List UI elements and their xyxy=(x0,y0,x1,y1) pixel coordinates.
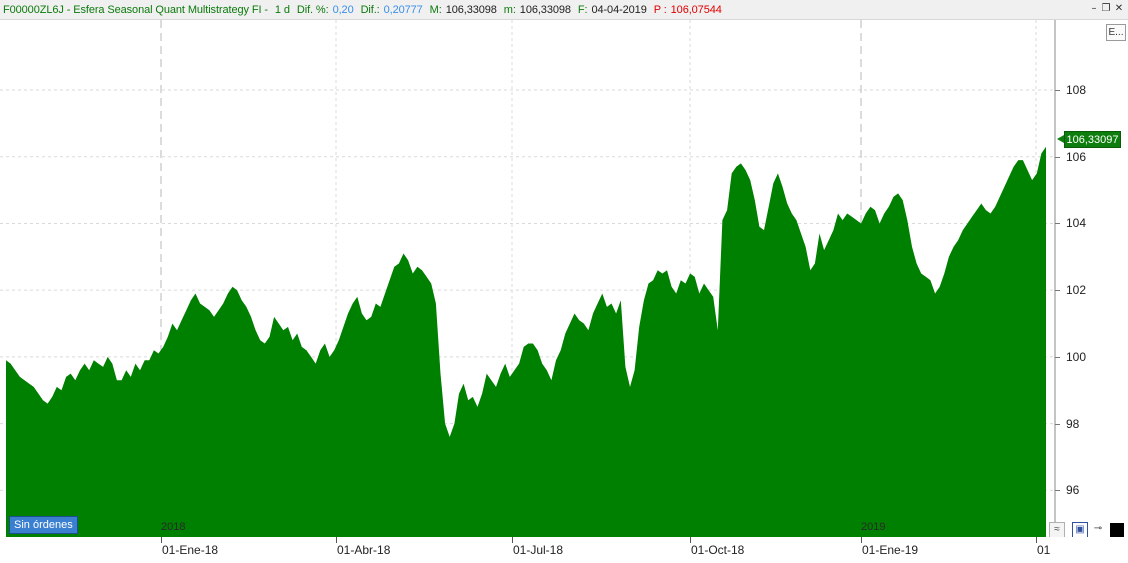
title-line: F00000ZL6J - Esfera Seasonal Quant Multi… xyxy=(3,4,726,16)
y-tick-mark xyxy=(1055,356,1060,358)
year-label-2019: 2019 xyxy=(861,521,886,533)
y-tick-mark xyxy=(1055,90,1060,92)
y-tick-label: 98 xyxy=(1066,416,1080,431)
instrument-name: F00000ZL6J - Esfera Seasonal Quant Multi… xyxy=(3,4,268,16)
y-tick-mark xyxy=(1055,490,1060,492)
year-label-2018: 2018 xyxy=(161,521,186,533)
chart-area-layer xyxy=(6,146,1046,537)
x-tick-label: 01-Abr-18 xyxy=(337,543,391,557)
chart-title-bar: F00000ZL6J - Esfera Seasonal Quant Multi… xyxy=(0,0,1128,20)
color-swatch-icon[interactable] xyxy=(1110,523,1124,537)
pin-icon[interactable]: ⊸ xyxy=(1090,522,1106,538)
last-price-tag: 106,33097 xyxy=(1064,131,1121,148)
x-tick-label: 01-Jul-18 xyxy=(513,543,564,557)
y-tick-label: 102 xyxy=(1066,283,1087,298)
chart-plot-area[interactable] xyxy=(0,20,1128,537)
period-label: 1 d xyxy=(274,4,290,16)
min-label: m: xyxy=(503,4,516,16)
y-tick-mark xyxy=(1055,423,1060,425)
x-tick-label: 01-Oct-18 xyxy=(691,543,745,557)
y-tick-label: 108 xyxy=(1066,83,1087,98)
dif-pct-value: 0,20 xyxy=(332,4,354,16)
y-tick-mark xyxy=(1055,290,1060,292)
x-tick-label: 01 xyxy=(1037,543,1051,557)
minimize-icon[interactable]: – xyxy=(1088,3,1100,15)
save-icon[interactable]: ▣ xyxy=(1072,522,1088,538)
y-tick-mark xyxy=(1055,156,1060,158)
close-icon[interactable]: ✕ xyxy=(1113,3,1125,15)
y-tick-label: 106 xyxy=(1066,149,1087,164)
x-axis-bar: 01-Ene-18 01-Abr-18 01-Jul-18 01-Oct-18 01-E… xyxy=(0,537,1128,563)
x-tick-label: 01-Ene-19 xyxy=(862,543,919,557)
y-tick-label: 104 xyxy=(1066,216,1087,231)
dif-pct-label: Dif. %: xyxy=(296,4,329,16)
p-value: 106,07544 xyxy=(670,4,722,16)
orders-status-badge: Sin órdenes xyxy=(9,516,78,534)
scroll-end-icon[interactable]: ≈ xyxy=(1049,522,1065,538)
dif-label: Dif.: xyxy=(360,4,380,16)
max-label: M: xyxy=(429,4,442,16)
price-area-series xyxy=(6,146,1046,537)
p-label: P : xyxy=(653,4,667,16)
min-value: 106,33098 xyxy=(519,4,571,16)
y-tick-label: 100 xyxy=(1066,349,1087,364)
date-value: 04-04-2019 xyxy=(591,4,647,16)
dif-value: 0,20777 xyxy=(383,4,423,16)
date-label: F: xyxy=(577,4,588,16)
y-tick-mark xyxy=(1055,223,1060,225)
restore-icon[interactable]: ❐ xyxy=(1100,3,1112,15)
x-tick-label: 01-Ene-18 xyxy=(162,543,219,557)
max-value: 106,33098 xyxy=(445,4,497,16)
last-price-pointer xyxy=(1057,135,1064,143)
expand-button[interactable]: E... xyxy=(1106,24,1126,41)
y-tick-label: 96 xyxy=(1066,483,1080,498)
